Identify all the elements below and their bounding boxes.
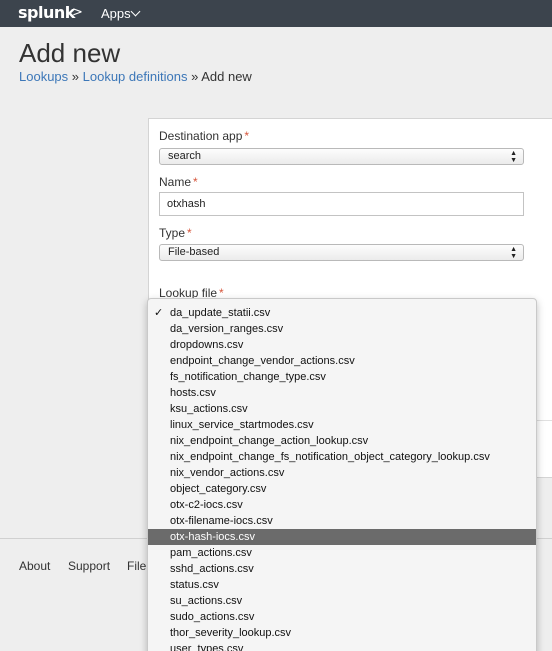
dropdown-option-label: status.csv: [170, 579, 219, 591]
dropdown-option[interactable]: hosts.csv: [148, 385, 536, 401]
splunk-logo[interactable]: splunk: [18, 3, 75, 22]
dropdown-option[interactable]: sshd_actions.csv: [148, 561, 536, 577]
dropdown-option[interactable]: nix_vendor_actions.csv: [148, 465, 536, 481]
dropdown-option[interactable]: endpoint_change_vendor_actions.csv: [148, 353, 536, 369]
dropdown-option[interactable]: otx-filename-iocs.csv: [148, 513, 536, 529]
dropdown-option[interactable]: su_actions.csv: [148, 593, 536, 609]
dropdown-option[interactable]: pam_actions.csv: [148, 545, 536, 561]
dropdown-option[interactable]: ksu_actions.csv: [148, 401, 536, 417]
dropdown-option[interactable]: user_types.csv: [148, 641, 536, 651]
dropdown-option[interactable]: nix_endpoint_change_action_lookup.csv: [148, 433, 536, 449]
destination-app-label: Destination app *: [159, 129, 250, 143]
footer-file-link[interactable]: File: [127, 559, 146, 573]
dropdown-option-label: endpoint_change_vendor_actions.csv: [170, 355, 355, 367]
dropdown-option[interactable]: da_version_ranges.csv: [148, 321, 536, 337]
dropdown-option[interactable]: dropdowns.csv: [148, 337, 536, 353]
apps-menu[interactable]: Apps: [101, 6, 131, 21]
dropdown-option[interactable]: otx-hash-iocs.csv: [148, 529, 536, 545]
dropdown-option-label: sudo_actions.csv: [170, 611, 255, 623]
dropdown-option-label: sshd_actions.csv: [170, 563, 254, 575]
select-arrows-icon: ▲ ▼: [510, 150, 517, 164]
type-select[interactable]: File-based ▲ ▼: [159, 244, 524, 261]
dropdown-option[interactable]: status.csv: [148, 577, 536, 593]
dropdown-option[interactable]: fs_notification_change_type.csv: [148, 369, 536, 385]
breadcrumb-separator: »: [191, 69, 199, 84]
select-arrows-icon: ▲ ▼: [510, 246, 517, 260]
footer-support-link[interactable]: Support: [68, 559, 110, 573]
dropdown-option[interactable]: nix_endpoint_change_fs_notification_obje…: [148, 449, 536, 465]
required-marker: *: [193, 175, 198, 189]
dropdown-option[interactable]: otx-c2-iocs.csv: [148, 497, 536, 513]
dropdown-option-label: fs_notification_change_type.csv: [170, 371, 326, 383]
logo-chevron-icon: >: [72, 5, 83, 20]
dropdown-option[interactable]: linux_service_startmodes.csv: [148, 417, 536, 433]
footer-about-link[interactable]: About: [19, 559, 50, 573]
dropdown-option-label: su_actions.csv: [170, 595, 243, 607]
required-marker: *: [187, 226, 192, 240]
dropdown-option-label: nix_endpoint_change_action_lookup.csv: [170, 435, 369, 447]
dropdown-option-label: hosts.csv: [170, 387, 216, 399]
dropdown-option[interactable]: sudo_actions.csv: [148, 609, 536, 625]
dropdown-option-label: ksu_actions.csv: [170, 403, 248, 415]
dropdown-option[interactable]: object_category.csv: [148, 481, 536, 497]
dropdown-option[interactable]: thor_severity_lookup.csv: [148, 625, 536, 641]
type-label: Type *: [159, 226, 192, 240]
dropdown-option-label: da_update_statii.csv: [170, 307, 271, 319]
chevron-down-icon[interactable]: [130, 6, 141, 17]
dropdown-option[interactable]: ✓ da_update_statii.csv: [148, 305, 536, 321]
dropdown-option-label: linux_service_startmodes.csv: [170, 419, 314, 431]
dropdown-option-label: nix_endpoint_change_fs_notification_obje…: [170, 451, 490, 463]
breadcrumb-separator: »: [71, 69, 80, 84]
name-input[interactable]: otxhash: [159, 192, 524, 216]
checkmark-icon: ✓: [154, 307, 164, 319]
destination-app-select[interactable]: search ▲ ▼: [159, 148, 524, 165]
dropdown-option-label: otx-hash-iocs.csv: [170, 531, 255, 543]
required-marker: *: [244, 129, 250, 143]
lookup-file-dropdown-list[interactable]: ✓ da_update_statii.csv da_version_ranges.c…: [147, 298, 537, 651]
dropdown-option-label: otx-filename-iocs.csv: [170, 515, 273, 527]
dropdown-option-label: da_version_ranges.csv: [170, 323, 284, 335]
dropdown-option-label: pam_actions.csv: [170, 547, 252, 559]
breadcrumb-lookup-definitions[interactable]: Lookup definitions: [83, 69, 188, 84]
dropdown-option-label: object_category.csv: [170, 483, 267, 495]
dropdown-option-label: dropdowns.csv: [170, 339, 244, 351]
dropdown-option-label: otx-c2-iocs.csv: [170, 499, 243, 511]
dropdown-option-label: user_types.csv: [170, 643, 244, 651]
page-title: Add new: [19, 38, 121, 68]
breadcrumb-lookups[interactable]: Lookups: [19, 69, 68, 84]
dropdown-option-label: thor_severity_lookup.csv: [170, 627, 292, 639]
top-nav-bar: splunk > Apps: [0, 0, 552, 27]
name-label: Name *: [159, 175, 198, 189]
breadcrumb-current: Add new: [201, 69, 252, 84]
dropdown-option-label: nix_vendor_actions.csv: [170, 467, 285, 479]
breadcrumb: Lookups » Lookup definitions » Add new: [19, 69, 252, 84]
